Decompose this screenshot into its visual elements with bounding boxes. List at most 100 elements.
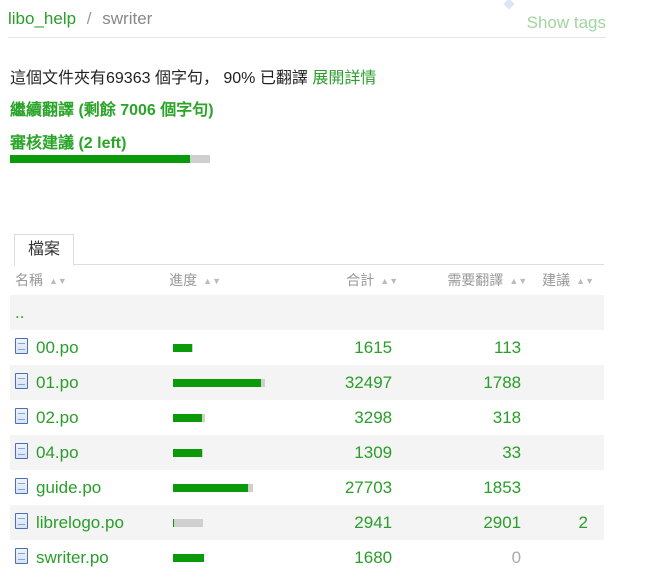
- progress-cell: [164, 540, 281, 575]
- column-header-suggestions-label: 建議: [542, 272, 571, 288]
- overall-progress-bar: [10, 155, 210, 163]
- suggestions-cell[interactable]: [537, 365, 604, 400]
- file-progress-fill: [173, 344, 192, 353]
- decorative-corner-mark: [503, 0, 515, 10]
- file-progress-bar: [173, 449, 204, 458]
- file-link[interactable]: guide.po: [36, 478, 101, 497]
- breadcrumb-project-link[interactable]: libo_help: [8, 9, 76, 28]
- file-icon: [15, 547, 28, 564]
- column-header-need[interactable]: 需要翻譯 ▲▼: [408, 265, 537, 295]
- progress-cell: [164, 505, 281, 540]
- need-translation-cell[interactable]: 113: [408, 330, 537, 365]
- table-row[interactable]: librelogo.po 2941 2901 2: [10, 505, 604, 540]
- breadcrumb: libo_help / swriter: [8, 9, 152, 29]
- total-cell[interactable]: 2941: [280, 505, 409, 540]
- column-header-need-label: 需要翻譯: [447, 272, 504, 288]
- file-progress-bar: [173, 379, 266, 388]
- sort-arrows-icon: ▲▼: [49, 276, 67, 286]
- file-progress-bar: [173, 519, 204, 528]
- parent-directory-link[interactable]: ..: [15, 303, 24, 322]
- suggestions-cell[interactable]: [537, 400, 604, 435]
- file-icon: [15, 337, 28, 354]
- column-header-name-label: 名稱: [15, 272, 43, 288]
- progress-cell: [164, 400, 281, 435]
- table-row[interactable]: swriter.po 1680 0: [10, 540, 604, 575]
- file-name-cell: guide.po: [10, 470, 164, 505]
- file-icon: [15, 477, 28, 494]
- progress-cell: [164, 435, 281, 470]
- file-link[interactable]: librelogo.po: [36, 513, 124, 532]
- suggestions-cell[interactable]: 2: [537, 505, 604, 540]
- file-name-cell: swriter.po: [10, 540, 164, 575]
- suggestions-cell[interactable]: [537, 470, 604, 505]
- column-header-progress[interactable]: 進度 ▲▼: [164, 265, 281, 295]
- column-header-progress-label: 進度: [169, 272, 198, 288]
- file-link[interactable]: 01.po: [36, 373, 79, 392]
- file-progress-fill: [173, 379, 261, 388]
- file-link[interactable]: swriter.po: [36, 548, 109, 567]
- total-cell[interactable]: 1680: [281, 540, 408, 575]
- file-progress-fill: [173, 414, 202, 423]
- file-progress-bar: [173, 484, 254, 493]
- file-icon: [15, 512, 28, 529]
- total-cell[interactable]: 27703: [281, 470, 408, 505]
- column-header-total[interactable]: 合計 ▲▼: [281, 265, 408, 295]
- file-name-cell: 00.po: [10, 330, 164, 365]
- column-header-suggestions[interactable]: 建議 ▲▼: [537, 265, 604, 295]
- table-row-parent[interactable]: ..: [10, 295, 604, 330]
- table-row[interactable]: guide.po 27703 1853: [10, 470, 604, 505]
- suggestions-cell[interactable]: [537, 330, 604, 365]
- suggestions-cell[interactable]: [537, 540, 604, 575]
- file-progress-bar: [173, 344, 194, 353]
- file-progress-fill: [173, 449, 203, 458]
- table-row[interactable]: 00.po 1615 113: [10, 330, 604, 365]
- tab-bar: 檔案: [14, 234, 604, 266]
- sort-arrows-icon: ▲▼: [509, 276, 528, 286]
- sort-arrows-icon: ▲▼: [576, 276, 594, 286]
- tab-files[interactable]: 檔案: [14, 234, 75, 266]
- continue-translation-link[interactable]: 繼續翻譯 (剩餘 7006 個字句): [10, 96, 214, 120]
- file-icon: [15, 372, 28, 389]
- expand-details-link[interactable]: 展開詳情: [312, 70, 376, 87]
- need-translation-cell[interactable]: 0: [408, 540, 537, 575]
- file-link[interactable]: 00.po: [36, 338, 79, 357]
- table-header-row: 名稱 ▲▼ 進度 ▲▼ 合計 ▲▼ 需要翻譯 ▲▼ 建議 ▲▼: [10, 265, 604, 295]
- total-cell[interactable]: 32497: [280, 365, 409, 400]
- file-icon: [15, 407, 28, 424]
- summary-text: 這個文件夾有69363 個字句， 90% 已翻譯: [10, 70, 308, 87]
- file-name-cell: 02.po: [10, 400, 164, 435]
- file-progress-fill: [173, 484, 248, 493]
- total-cell[interactable]: 3298: [281, 400, 408, 435]
- need-translation-cell[interactable]: 33: [408, 435, 538, 470]
- review-suggestions-link[interactable]: 審核建議 (2 left): [10, 129, 126, 153]
- progress-cell: [164, 470, 281, 505]
- column-header-name[interactable]: 名稱 ▲▼: [10, 265, 164, 295]
- need-translation-cell[interactable]: 1853: [408, 470, 537, 505]
- show-tags-link[interactable]: Show tags: [527, 13, 606, 33]
- need-translation-cell[interactable]: 1788: [408, 365, 538, 400]
- summary-line: 這個文件夾有69363 個字句， 90% 已翻譯 展開詳情: [10, 64, 376, 88]
- file-link[interactable]: 04.po: [36, 443, 79, 462]
- header-divider: [8, 37, 606, 38]
- overall-progress-fill: [10, 155, 190, 163]
- total-cell[interactable]: 1615: [281, 330, 408, 365]
- progress-cell: [164, 365, 281, 400]
- file-link[interactable]: 02.po: [36, 408, 79, 427]
- file-icon: [15, 442, 28, 459]
- table-row[interactable]: 04.po 1309 33: [10, 435, 604, 470]
- file-progress-fill: [173, 554, 205, 563]
- file-progress-bar: [173, 414, 206, 423]
- table-row[interactable]: 01.po 32497 1788: [10, 365, 604, 400]
- breadcrumb-current: swriter: [102, 9, 153, 28]
- suggestions-cell[interactable]: [537, 435, 604, 470]
- progress-cell: [164, 330, 281, 365]
- total-cell[interactable]: 1309: [280, 435, 409, 470]
- file-name-cell: 01.po: [10, 365, 165, 400]
- table-row[interactable]: 02.po 3298 318: [10, 400, 604, 435]
- sort-arrows-icon: ▲▼: [203, 276, 221, 286]
- need-translation-cell[interactable]: 318: [408, 400, 537, 435]
- column-header-total-label: 合計: [346, 272, 375, 288]
- files-table: 名稱 ▲▼ 進度 ▲▼ 合計 ▲▼ 需要翻譯 ▲▼ 建議 ▲▼ .. 00.po 1615 1…: [10, 265, 604, 575]
- need-translation-cell[interactable]: 2901: [408, 505, 538, 540]
- file-progress-bar: [173, 554, 205, 563]
